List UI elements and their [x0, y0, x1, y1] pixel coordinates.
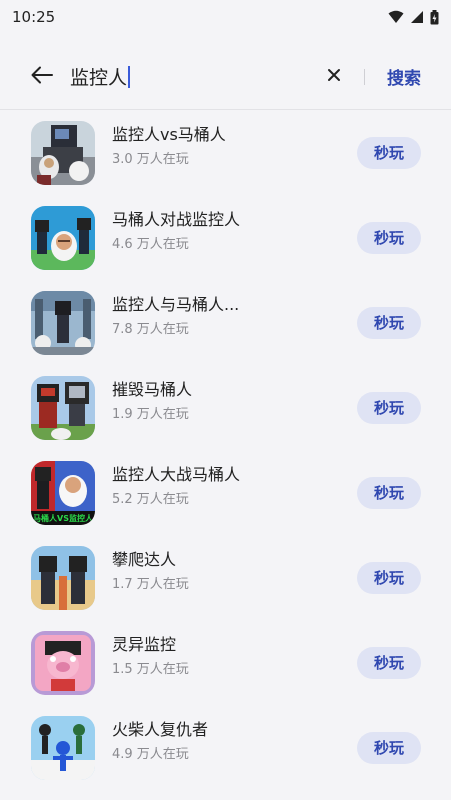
search-button[interactable]: 搜索 — [387, 64, 421, 89]
play-button[interactable]: 秒玩 — [357, 646, 421, 679]
status-icons — [388, 9, 439, 25]
app-name: 监控人与马桶人... — [112, 295, 240, 314]
app-text: 攀爬达人 1.7 万人在玩 — [112, 549, 189, 594]
app-text: 监控人与马桶人... 7.8 万人在玩 — [112, 294, 239, 339]
app-player-count: 4.9 万人在玩 — [112, 747, 189, 762]
app-text: 马桶人对战监控人 4.6 万人在玩 — [112, 209, 240, 254]
status-time: 10:25 — [12, 8, 56, 26]
text-caret — [128, 65, 131, 88]
search-query: 监控人 — [70, 67, 128, 89]
search-input-wrap[interactable]: 监控人 — [70, 57, 318, 97]
play-button[interactable]: 秒玩 — [357, 306, 421, 339]
app-icon — [31, 630, 95, 695]
app-player-count: 5.2 万人在玩 — [112, 492, 189, 507]
app-icon — [31, 715, 95, 780]
play-button[interactable]: 秒玩 — [357, 221, 421, 254]
list-item[interactable]: 监控人vs马桶人 3.0 万人在玩 秒玩 — [0, 110, 451, 195]
list-item[interactable]: 马桶人对战监控人 4.6 万人在玩 秒玩 — [0, 195, 451, 280]
app-icon — [31, 290, 95, 355]
search-bar: 监控人 搜索 — [0, 44, 451, 110]
app-name: 攀爬达人 — [112, 550, 177, 569]
app-name: 监控人大战马桶人 — [112, 465, 241, 484]
list-item[interactable]: 马桶人VS监控人 监控人大战马桶人 5.2 万人在玩 秒玩 — [0, 450, 451, 535]
list-item[interactable]: 监控人与马桶人... 7.8 万人在玩 秒玩 — [0, 280, 451, 365]
play-button[interactable]: 秒玩 — [357, 731, 421, 764]
app-text: 监控人大战马桶人 5.2 万人在玩 — [112, 464, 240, 509]
app-icon — [31, 120, 95, 185]
app-icon — [31, 545, 95, 610]
app-name: 火柴人复仇者 — [112, 720, 209, 739]
divider — [364, 68, 365, 85]
play-button[interactable]: 秒玩 — [357, 391, 421, 424]
list-item[interactable]: 灵异监控 1.5 万人在玩 秒玩 — [0, 620, 451, 705]
app-player-count: 1.5 万人在玩 — [112, 662, 189, 677]
search-input[interactable]: 监控人 — [70, 63, 318, 90]
play-button[interactable]: 秒玩 — [357, 136, 421, 169]
app-name: 灵异监控 — [112, 635, 177, 654]
app-player-count: 4.6 万人在玩 — [112, 237, 189, 252]
app-player-count: 3.0 万人在玩 — [112, 152, 189, 167]
app-name: 马桶人对战监控人 — [112, 210, 241, 229]
signal-icon — [410, 10, 424, 24]
app-text: 火柴人复仇者 4.9 万人在玩 — [112, 719, 208, 764]
back-arrow-icon — [31, 66, 53, 88]
app-icon — [31, 375, 95, 440]
app-player-count: 7.8 万人在玩 — [112, 322, 189, 337]
clear-button[interactable] — [318, 61, 350, 93]
app-player-count: 1.9 万人在玩 — [112, 407, 189, 422]
list-item[interactable]: 摧毁马桶人 1.9 万人在玩 秒玩 — [0, 365, 451, 450]
back-button[interactable] — [22, 57, 62, 97]
list-item[interactable]: 火柴人复仇者 4.9 万人在玩 秒玩 — [0, 705, 451, 790]
icon-banner-text: 马桶人VS监控人 — [33, 513, 94, 523]
app-text: 灵异监控 1.5 万人在玩 — [112, 634, 189, 679]
wifi-icon — [388, 10, 404, 24]
app-icon — [31, 205, 95, 270]
status-bar: 10:25 — [0, 0, 451, 34]
play-button[interactable]: 秒玩 — [357, 476, 421, 509]
app-text: 摧毁马桶人 1.9 万人在玩 — [112, 379, 192, 424]
app-name: 监控人vs马桶人 — [112, 125, 226, 144]
results-list: 监控人vs马桶人 3.0 万人在玩 秒玩 马桶人对战监控人 4.6 万人在玩 秒… — [0, 110, 451, 790]
app-text: 监控人vs马桶人 3.0 万人在玩 — [112, 124, 226, 169]
app-icon: 马桶人VS监控人 — [31, 460, 95, 525]
app-player-count: 1.7 万人在玩 — [112, 577, 189, 592]
app-name: 摧毁马桶人 — [112, 380, 193, 399]
play-button[interactable]: 秒玩 — [357, 561, 421, 594]
battery-icon — [430, 9, 439, 25]
list-item[interactable]: 攀爬达人 1.7 万人在玩 秒玩 — [0, 535, 451, 620]
close-icon — [327, 67, 341, 86]
